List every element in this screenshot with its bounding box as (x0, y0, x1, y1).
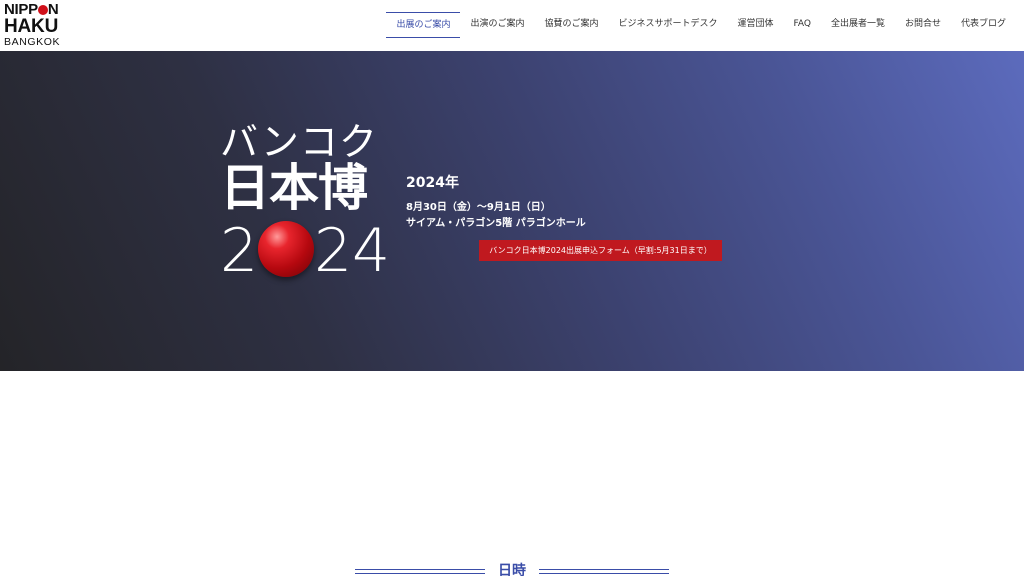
section-heading-datetime: 日時 (0, 556, 1024, 576)
hero-logo-kana: バンコク (220, 120, 378, 164)
heading-rule-right (539, 569, 669, 574)
nav-item-organizer[interactable]: 運営団体 (728, 12, 784, 38)
year-digit-4: 4 (352, 216, 391, 286)
hero-banner: バンコク 日本博 2 2 4 2024年 8月30日（金）〜9月1日（日） サイ… (0, 51, 1024, 371)
nippon-haku-logo[interactable]: NIPP N HAKU BANGKOK (4, 2, 74, 48)
hero-logo-year: 2 2 4 (220, 221, 395, 281)
nav-item-perform[interactable]: 出演のご案内 (460, 12, 534, 38)
site-header: NIPP N HAKU BANGKOK 出展のご案内 出演のご案内 協賛のご案内 … (0, 0, 1024, 51)
section-title: 日時 (498, 563, 526, 576)
logo-line-3: BANGKOK (4, 36, 61, 48)
red-ball-icon (258, 221, 314, 277)
event-year: 2024年 (406, 175, 459, 191)
nav-item-contact[interactable]: お問合せ (895, 12, 951, 38)
year-digit-2: 2 (220, 216, 259, 286)
application-form-button[interactable]: バンコク日本博2024出展申込フォーム（早割:5月31日まで） (479, 240, 722, 261)
nav-item-sponsor[interactable]: 協賛のご案内 (534, 12, 608, 38)
nav-item-exhibit[interactable]: 出展のご案内 (386, 12, 461, 38)
hero-logo-kanji: 日本博 (220, 159, 368, 217)
logo-line-1: NIPP N (4, 1, 59, 18)
event-date: 8月30日（金）〜9月1日（日） (406, 202, 551, 213)
logo-line-2: HAKU (4, 16, 59, 37)
main-nav: 出展のご案内 出演のご案内 協賛のご案内 ビジネスサポートデスク 運営団体 FA… (386, 12, 1016, 38)
hero-event-logo: バンコク 日本博 2 2 4 (220, 123, 395, 281)
nav-item-business-support[interactable]: ビジネスサポートデスク (608, 12, 727, 38)
year-digit-2b: 2 (314, 216, 353, 286)
nav-item-exhibitor-list[interactable]: 全出展者一覧 (821, 12, 895, 38)
event-venue: サイアム・パラゴン5階 パラゴンホール (406, 218, 586, 229)
nav-item-faq[interactable]: FAQ (784, 12, 821, 38)
heading-rule-left (355, 569, 485, 574)
red-dot-icon (37, 5, 48, 15)
nav-item-blog[interactable]: 代表ブログ (951, 12, 1016, 38)
